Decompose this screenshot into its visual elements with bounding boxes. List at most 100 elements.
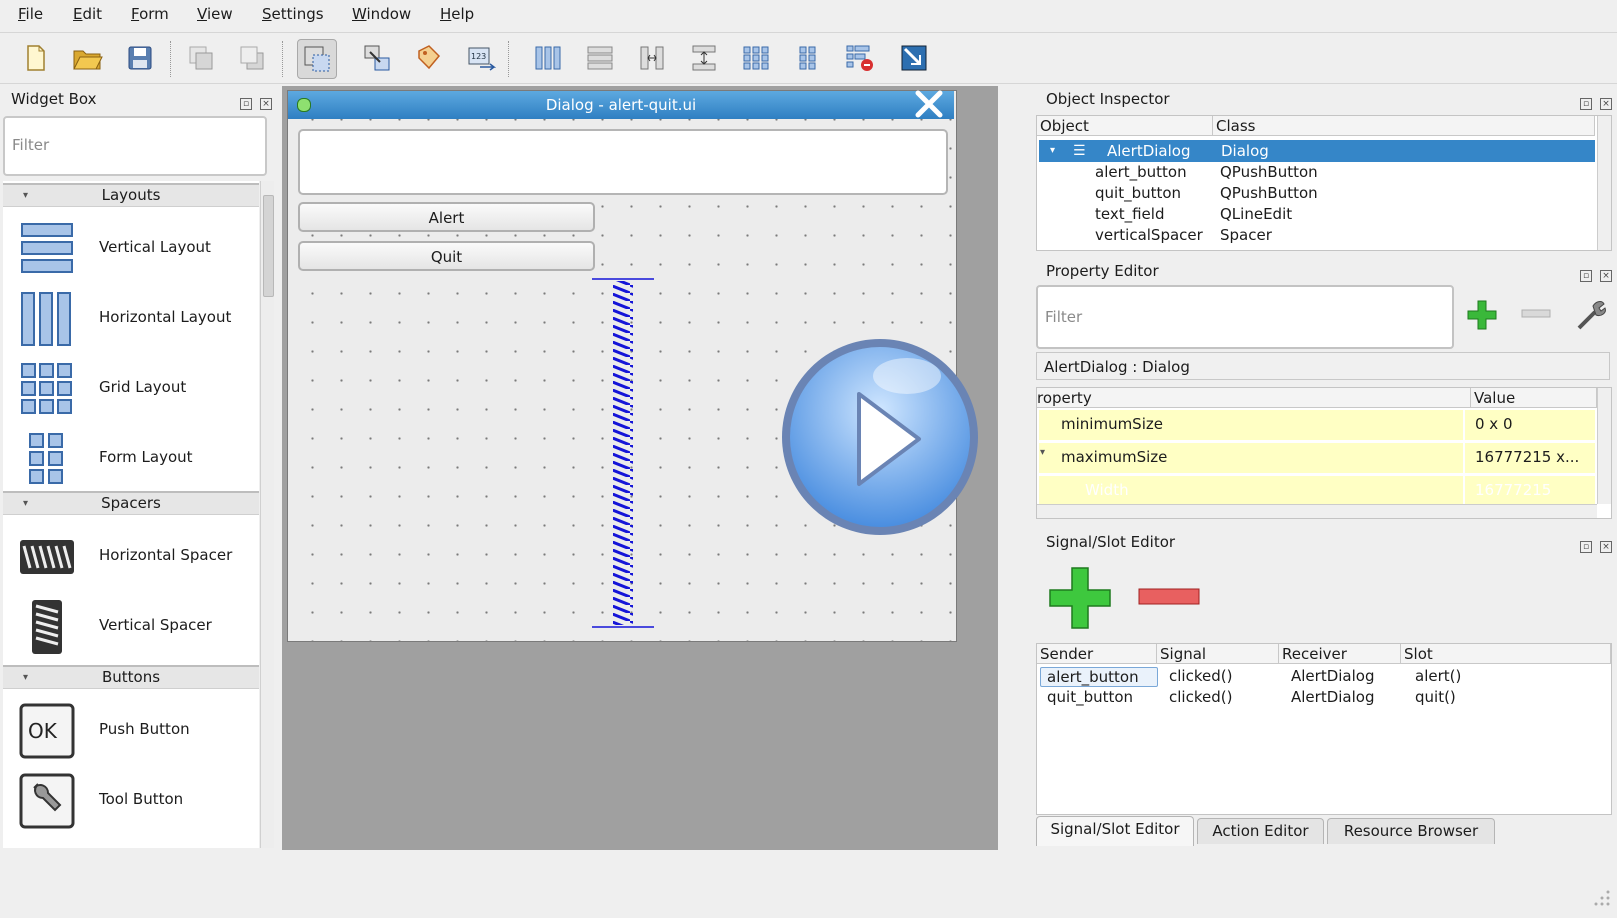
widget-form-layout[interactable]: Form Layout [3,422,259,492]
lay-out-vertically-icon[interactable] [581,39,619,77]
widget-horizontal-layout[interactable]: Horizontal Layout [3,282,259,352]
connection-sender[interactable]: alert_button [1040,667,1158,687]
widget-horizontal-spacer[interactable]: Horizontal Spacer [3,520,259,590]
vertical-spacer-widget[interactable] [590,277,656,629]
column-header-sender[interactable]: Sender [1037,644,1157,664]
float-icon[interactable]: ▫ [1580,98,1592,110]
widget-label: Horizontal Layout [99,308,232,326]
widget-tool-button[interactable]: Tool Button [3,764,259,834]
widget-vertical-layout[interactable]: Vertical Layout [3,212,259,282]
close-icon[interactable]: × [1600,270,1612,282]
alert-button[interactable]: Alert [298,202,595,232]
edit-buddies-icon[interactable] [410,39,448,77]
lay-out-vertically-splitter-icon[interactable] [685,39,723,77]
bring-to-front-icon[interactable] [233,39,271,77]
tree-row[interactable]: ▾ ☰ AlertDialog Dialog [1039,140,1595,162]
float-icon[interactable]: ▫ [1580,270,1592,282]
send-to-back-icon[interactable] [182,39,220,77]
dialog-title-bar[interactable]: Dialog - alert-quit.ui [288,91,954,119]
dialog-close-icon[interactable] [911,86,947,122]
column-header-property[interactable]: roperty [1037,388,1471,408]
edit-signals-slots-icon[interactable] [358,39,396,77]
menu-window[interactable]: Window [352,5,411,23]
connection-signal[interactable]: clicked() [1169,666,1232,686]
close-icon[interactable]: × [260,98,272,110]
property-table-hscrollbar[interactable] [1037,504,1597,518]
play-overlay-icon[interactable] [777,334,983,540]
tab-action-editor[interactable]: Action Editor [1197,818,1324,844]
edit-tab-order-icon[interactable]: 123 [462,39,500,77]
connection-row[interactable]: quit_button clicked() AlertDialog quit() [1037,687,1611,707]
object-name: verticalSpacer [1095,226,1203,244]
connection-slot[interactable]: alert() [1415,666,1461,686]
column-header-object[interactable]: Object [1037,116,1213,136]
widget-list-scrollbar[interactable] [260,181,274,848]
menu-view[interactable]: View [197,5,233,23]
connection-receiver[interactable]: AlertDialog [1291,687,1374,707]
add-connection-icon[interactable] [1048,566,1112,630]
open-form-icon[interactable] [68,39,106,77]
lay-out-horizontally-icon[interactable] [529,39,567,77]
quit-button[interactable]: Quit [298,241,595,271]
close-icon[interactable]: × [1600,98,1612,110]
horizontal-spacer-icon [20,540,74,574]
menu-file[interactable]: File [18,5,43,23]
text-field[interactable] [298,129,948,195]
tree-row[interactable]: verticalSpacer Spacer [1037,225,1597,245]
tab-resource-browser[interactable]: Resource Browser [1327,818,1495,844]
property-value[interactable]: 16777215 [1475,481,1551,499]
adjust-size-icon[interactable] [895,39,933,77]
category-buttons[interactable]: ▾ Buttons [3,665,259,689]
widget-grid-layout[interactable]: Grid Layout [3,352,259,422]
horizontal-layout-icon [21,292,71,346]
property-value[interactable]: 16777215 x... [1475,448,1579,466]
remove-connection-icon[interactable] [1137,586,1201,608]
connection-signal[interactable]: clicked() [1169,687,1232,707]
widget-vertical-spacer[interactable]: Vertical Spacer [3,590,259,660]
add-dynamic-property-icon[interactable] [1466,299,1498,331]
close-icon[interactable]: × [1600,541,1612,553]
connection-row[interactable]: alert_button clicked() AlertDialog alert… [1037,666,1611,687]
column-header-value[interactable]: Value [1471,388,1597,408]
property-filter-input[interactable]: Filter [1036,285,1454,349]
column-header-receiver[interactable]: Receiver [1279,644,1401,664]
connection-sender[interactable]: quit_button [1047,687,1133,707]
property-row[interactable]: minimumSize 0 x 0 [1039,410,1595,442]
menu-help[interactable]: Help [440,5,474,23]
remove-dynamic-property-icon[interactable] [1520,306,1552,322]
scrollbar-thumb[interactable] [263,195,274,297]
tree-row[interactable]: text_field QLineEdit [1037,204,1597,224]
float-icon[interactable]: ▫ [240,98,252,110]
object-inspector-scrollbar[interactable] [1597,116,1611,250]
lay-out-form-icon[interactable] [789,39,827,77]
property-row[interactable]: ▾ maximumSize 16777215 x... [1039,443,1595,475]
edit-widgets-icon[interactable] [297,39,337,79]
size-grip-icon[interactable] [1590,886,1612,908]
column-header-signal[interactable]: Signal [1157,644,1279,664]
property-table-scrollbar[interactable] [1597,388,1611,504]
widget-push-button[interactable]: OK Push Button [3,694,259,764]
configure-icon[interactable] [1574,298,1606,332]
save-form-icon[interactable] [121,39,159,77]
menu-form[interactable]: Form [131,5,169,23]
object-class: QPushButton [1220,184,1318,202]
menu-edit[interactable]: Edit [73,5,102,23]
category-layouts[interactable]: ▾ Layouts [3,183,259,207]
menu-settings[interactable]: Settings [262,5,324,23]
widget-box-filter-input[interactable]: Filter [3,116,267,176]
tab-signal-slot-editor[interactable]: Signal/Slot Editor [1036,816,1194,846]
category-spacers[interactable]: ▾ Spacers [3,491,259,515]
connection-receiver[interactable]: AlertDialog [1291,666,1374,686]
lay-out-horizontally-splitter-icon[interactable] [633,39,671,77]
new-form-icon[interactable] [16,39,54,77]
tree-row[interactable]: alert_button QPushButton [1037,162,1597,182]
connection-slot[interactable]: quit() [1415,687,1456,707]
float-icon[interactable]: ▫ [1580,541,1592,553]
column-header-class[interactable]: Class [1213,116,1595,136]
signal-slot-editor-title: Signal/Slot Editor [1046,533,1176,551]
break-layout-icon[interactable] [841,39,879,77]
column-header-slot[interactable]: Slot [1401,644,1611,664]
property-value[interactable]: 0 x 0 [1475,415,1513,433]
tree-row[interactable]: quit_button QPushButton [1037,183,1597,203]
lay-out-grid-icon[interactable] [737,39,775,77]
